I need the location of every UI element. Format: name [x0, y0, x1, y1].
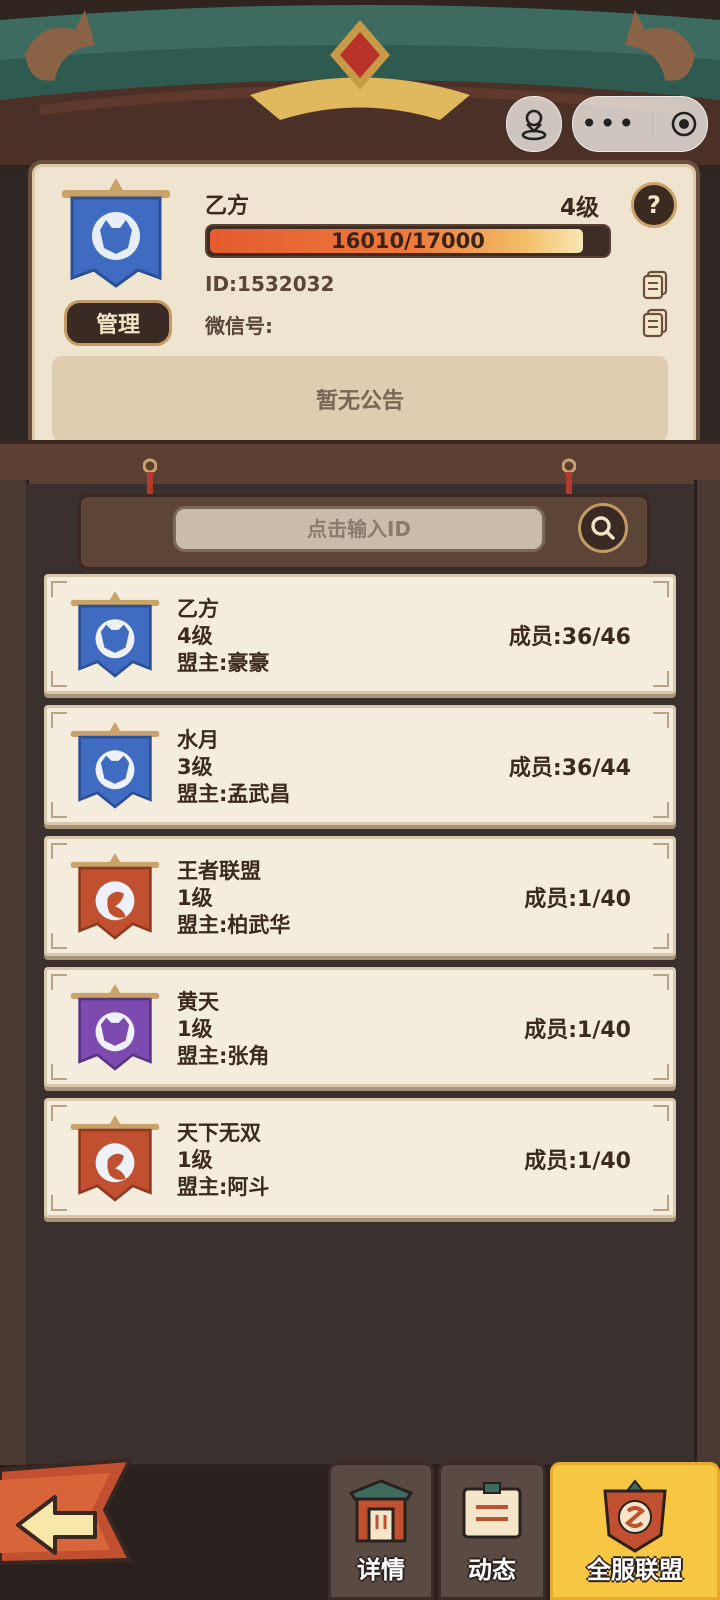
help-button[interactable]: ?: [631, 182, 677, 228]
alliance-row-leader: 盟主:阿斗: [177, 1175, 270, 1199]
alliance-row-level: 3级: [177, 755, 213, 779]
row-corner: [653, 1064, 669, 1080]
alliance-row[interactable]: 王者联盟 1级盟主:柏武华 成员:1/40: [44, 836, 676, 956]
alliance-notice: 暂无公告: [52, 356, 668, 442]
alliance-row-members: 成员:36/44: [508, 756, 631, 781]
row-corner: [51, 933, 67, 949]
alliance-banner-icon: [70, 722, 160, 809]
copy-wechat-icon[interactable]: [642, 308, 668, 338]
alliance-row-level: 4级: [177, 624, 213, 648]
row-corner: [51, 843, 67, 859]
row-corner: [653, 712, 669, 728]
alliance-row-name: 黄天: [177, 990, 219, 1014]
alliance-row-leader: 盟主:豪豪: [177, 651, 270, 675]
tab-details[interactable]: 详情: [328, 1462, 434, 1600]
alliance-banner-icon: [70, 984, 160, 1071]
alliance-row-name: 乙方: [177, 597, 219, 621]
close-miniprogram-icon[interactable]: [669, 109, 699, 139]
row-corner: [653, 1105, 669, 1121]
tab-details-label: 详情: [357, 1556, 405, 1584]
miniprogram-avatar-button[interactable]: [506, 96, 562, 152]
row-corner: [653, 843, 669, 859]
manage-button[interactable]: 管理: [64, 300, 172, 346]
row-corner: [51, 712, 67, 728]
row-corner: [653, 974, 669, 990]
alliance-exp-bar: 16010/17000: [205, 224, 611, 258]
wechat-label: 微信号:: [205, 314, 273, 338]
alliance-row-leader: 盟主:柏武华: [177, 913, 291, 937]
alliance-id: ID:1532032: [205, 272, 335, 296]
alliance-row[interactable]: 黄天 1级盟主:张角 成员:1/40: [44, 967, 676, 1087]
alliance-row-members: 成员:36/46: [508, 625, 631, 650]
alliance-row-members: 成员:1/40: [524, 887, 631, 912]
back-button[interactable]: [0, 1455, 140, 1565]
alliance-banner-icon: [70, 1115, 160, 1202]
alliance-row-name: 天下无双: [177, 1121, 261, 1145]
alliance-shield-icon: [603, 1479, 667, 1553]
alliance-row-leader: 盟主:孟武昌: [177, 782, 291, 806]
search-button[interactable]: [578, 503, 628, 553]
alliance-name: 乙方: [205, 194, 250, 219]
notice-board-icon: [462, 1482, 522, 1539]
alliance-row-leader: 盟主:张角: [177, 1044, 270, 1068]
alliance-row[interactable]: 乙方 4级盟主:豪豪 成员:36/46: [44, 574, 676, 694]
wooden-beam: [0, 440, 720, 488]
capsule-divider: [652, 111, 654, 137]
tab-all-server-alliances[interactable]: 全服联盟: [550, 1462, 720, 1600]
row-corner: [51, 671, 67, 687]
alliance-banner-icon: [70, 853, 160, 940]
row-corner: [653, 671, 669, 687]
row-corner: [653, 802, 669, 818]
row-corner: [653, 581, 669, 597]
alliance-row-name: 水月: [177, 728, 219, 752]
alliance-row-members: 成员:1/40: [524, 1018, 631, 1043]
alliance-row-level: 1级: [177, 1017, 213, 1041]
alliance-row[interactable]: 天下无双 1级盟主:阿斗 成员:1/40: [44, 1098, 676, 1218]
copy-id-icon[interactable]: [642, 270, 668, 300]
alliance-exp-text: 16010/17000: [331, 229, 485, 253]
more-icon[interactable]: •••: [581, 110, 637, 138]
alliance-level: 4级: [560, 195, 600, 221]
person-pin-icon: [521, 109, 547, 141]
tab-activity-label: 动态: [468, 1556, 516, 1584]
row-corner: [51, 1064, 67, 1080]
alliance-banner-icon: [70, 591, 160, 678]
tab-activity[interactable]: 动态: [438, 1462, 546, 1600]
miniprogram-capsule: •••: [572, 96, 708, 152]
alliance-row-members: 成员:1/40: [524, 1149, 631, 1174]
row-corner: [51, 802, 67, 818]
left-post: [0, 480, 29, 1470]
row-corner: [51, 1105, 67, 1121]
alliance-row-level: 1级: [177, 1148, 213, 1172]
tab-all-server-alliances-label: 全服联盟: [587, 1556, 683, 1584]
row-corner: [51, 974, 67, 990]
alliance-row-level: 1级: [177, 886, 213, 910]
search-icon: [591, 516, 615, 540]
row-corner: [653, 1195, 669, 1211]
alliance-row-name: 王者联盟: [177, 859, 261, 883]
alliance-flag-icon: [62, 178, 170, 288]
right-post: [694, 480, 720, 1470]
gate-icon: [348, 1479, 414, 1543]
row-corner: [51, 1195, 67, 1211]
row-corner: [653, 933, 669, 949]
alliance-row[interactable]: 水月 3级盟主:孟武昌 成员:36/44: [44, 705, 676, 825]
row-corner: [51, 581, 67, 597]
alliance-id-search-input[interactable]: [173, 506, 545, 552]
